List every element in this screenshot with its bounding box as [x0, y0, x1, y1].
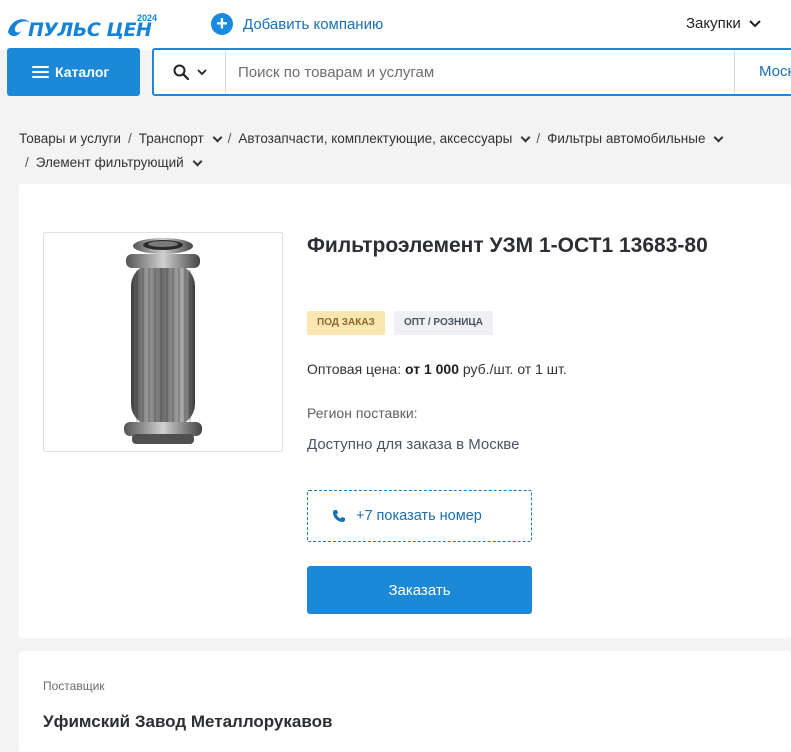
breadcrumb-item[interactable]: Транспорт	[138, 127, 223, 151]
chevron-down-icon[interactable]	[714, 132, 724, 142]
price-value: от 1 000	[405, 361, 459, 377]
top-bar: ПУЛЬС ЦЕН 2024 + Добавить компанию Закуп…	[0, 0, 791, 50]
catalog-label: Каталог	[55, 64, 110, 80]
chevron-down-icon[interactable]	[520, 132, 531, 142]
price-unit: руб./шт. от 1 шт.	[462, 361, 567, 377]
supplier-card: Поставщик Уфимский Завод Металлорукавов	[19, 651, 791, 752]
show-phone-button[interactable]: +7 показать номер	[307, 490, 532, 542]
price-line: Оптовая цена: от 1 000 руб./шт. от 1 шт.	[307, 361, 567, 377]
show-phone-label: +7 показать номер	[356, 508, 482, 524]
search-input[interactable]	[226, 50, 734, 94]
chevron-down-icon[interactable]	[192, 156, 203, 166]
breadcrumb: Товары и услуги / Транспорт / Автозапчасти, …	[19, 127, 779, 175]
chevron-down-icon	[196, 68, 207, 75]
supplier-name-link[interactable]: Уфимский Завод Металлорукавов	[43, 712, 332, 732]
catalog-button[interactable]: Каталог	[7, 48, 140, 96]
breadcrumb-label: Автозапчасти, комплектующие, аксессуары	[238, 131, 513, 146]
search-bar: Москва	[152, 48, 791, 96]
delivery-region-value: Доступно для заказа в Москве	[307, 436, 520, 453]
breadcrumb-label: Элемент фильтрующий	[35, 155, 184, 170]
breadcrumb-label: Фильтры автомобильные	[547, 131, 706, 146]
price-label: Оптовая цена:	[307, 361, 402, 377]
search-type-dropdown[interactable]	[154, 50, 226, 94]
breadcrumb-item[interactable]: Элемент фильтрующий	[35, 151, 203, 175]
product-title: Фильтроэлемент УЗМ 1-ОСТ1 13683-80	[307, 234, 708, 257]
purchases-dropdown[interactable]: Закупки	[686, 15, 761, 32]
breadcrumb-separator: /	[536, 131, 541, 146]
chevron-down-icon	[748, 19, 761, 27]
product-card: Фильтроэлемент УЗМ 1-ОСТ1 13683-80 Под з…	[19, 184, 791, 638]
breadcrumb-label: Транспорт	[138, 131, 204, 146]
logo-text: ПУЛЬС ЦЕН	[28, 19, 152, 41]
product-image[interactable]	[43, 232, 283, 452]
status-badge-order: Под заказ	[307, 311, 385, 335]
purchases-label: Закупки	[686, 15, 741, 32]
breadcrumb-separator: /	[127, 131, 132, 146]
status-badge-wholesale: Опт / розница	[394, 311, 493, 335]
breadcrumb-separator: /	[227, 131, 232, 146]
order-button[interactable]: Заказать	[307, 566, 532, 614]
delivery-region-label: Регион поставки:	[307, 405, 418, 421]
search-icon	[173, 64, 189, 80]
filter-element-image	[124, 238, 202, 444]
menu-icon	[32, 66, 49, 78]
phone-icon	[333, 510, 345, 522]
region-selector[interactable]: Москва	[734, 50, 791, 94]
breadcrumb-separator: /	[25, 155, 29, 170]
logo-year: 2024	[137, 13, 158, 23]
add-company-label: Добавить компанию	[243, 15, 384, 33]
chevron-down-icon[interactable]	[212, 132, 223, 142]
breadcrumb-item[interactable]: Товары и услуги	[19, 127, 121, 151]
plus-circle-icon: +	[211, 13, 233, 35]
breadcrumb-item[interactable]: Фильтры автомобильные	[547, 127, 724, 151]
add-company-link[interactable]: + Добавить компанию	[211, 13, 383, 35]
breadcrumb-item[interactable]: Автозапчасти, комплектующие, аксессуары	[238, 127, 531, 151]
supplier-label: Поставщик	[43, 679, 105, 693]
breadcrumb-label: Товары и услуги	[19, 131, 121, 146]
